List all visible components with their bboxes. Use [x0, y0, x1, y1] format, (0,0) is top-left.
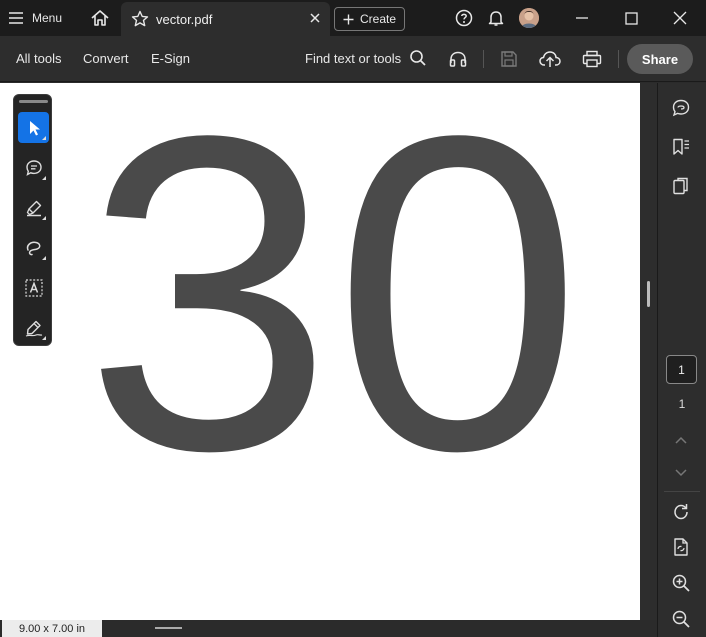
minimize-button[interactable]	[570, 6, 594, 30]
tab-vector-pdf[interactable]: vector.pdf	[121, 2, 330, 36]
printer-icon	[582, 50, 602, 68]
highlight-tool-button[interactable]	[18, 192, 49, 223]
text-box-icon	[24, 278, 43, 297]
status-bar: 9.00 x 7.00 in	[0, 620, 657, 637]
bell-icon	[488, 11, 504, 26]
expand-indicator	[42, 216, 46, 220]
highlighter-icon	[26, 200, 41, 216]
convert-link[interactable]: Convert	[83, 51, 129, 66]
zoom-out-icon	[672, 610, 690, 628]
freehand-icon	[26, 241, 40, 255]
bookmark-icon	[673, 138, 689, 155]
sign-tool-button[interactable]	[18, 312, 49, 343]
home-icon	[91, 10, 109, 26]
next-page-button[interactable]	[670, 462, 692, 484]
title-bar: Menu vector.pdf Create	[0, 0, 706, 36]
page-size-label: 9.00 x 7.00 in	[2, 620, 102, 637]
rotate-icon	[674, 504, 688, 520]
pages-panel-button[interactable]	[670, 175, 692, 197]
tab-title: vector.pdf	[156, 12, 213, 27]
previous-page-button[interactable]	[670, 429, 692, 451]
select-tool-button[interactable]	[18, 112, 49, 143]
comments-panel-button[interactable]	[670, 97, 692, 119]
expand-indicator	[42, 176, 46, 180]
find-tools-button[interactable]: Find text or tools	[305, 49, 427, 67]
maximize-button[interactable]	[619, 6, 643, 30]
comment-ai-icon	[672, 99, 690, 117]
divider	[483, 50, 484, 68]
close-tab-icon[interactable]	[308, 11, 322, 25]
main-toolbar: All tools Convert E-Sign Find text or to…	[0, 36, 706, 82]
close-window-button[interactable]	[668, 6, 692, 30]
file-refresh-icon	[674, 538, 688, 556]
chevron-down-icon	[675, 469, 687, 477]
expand-indicator	[42, 336, 46, 340]
help-button[interactable]	[454, 7, 474, 29]
divider	[618, 50, 619, 68]
headphones-icon	[449, 51, 467, 67]
maximize-icon	[624, 11, 638, 25]
expand-indicator	[42, 136, 46, 140]
cursor-icon	[29, 120, 40, 135]
zoom-in-icon	[672, 574, 690, 592]
search-icon	[410, 50, 426, 66]
chevron-up-icon	[675, 436, 687, 444]
quick-tools-bar	[13, 94, 52, 346]
close-icon	[673, 11, 687, 25]
save-button[interactable]	[498, 48, 520, 70]
page-content-text: 30	[84, 83, 583, 543]
drag-handle[interactable]	[19, 100, 48, 103]
home-button[interactable]	[86, 6, 114, 30]
esign-link[interactable]: E-Sign	[151, 51, 190, 66]
share-button[interactable]: Share	[627, 44, 693, 74]
minimize-icon	[576, 17, 588, 19]
divider	[664, 491, 700, 492]
text-tool-button[interactable]	[18, 272, 49, 303]
page-tools-button[interactable]	[670, 536, 692, 558]
comment-tool-button[interactable]	[18, 152, 49, 183]
menu-label: Menu	[32, 11, 63, 25]
read-aloud-button[interactable]	[447, 48, 469, 70]
bookmarks-panel-button[interactable]	[670, 136, 692, 158]
expand-indicator	[42, 256, 46, 260]
upload-button[interactable]	[539, 48, 561, 70]
comment-icon	[25, 159, 42, 176]
user-photo-icon	[519, 8, 539, 28]
pen-sign-icon	[25, 320, 42, 337]
notifications-button[interactable]	[485, 7, 507, 29]
current-page-input[interactable]: 1	[666, 355, 697, 384]
pages-icon	[673, 177, 688, 195]
star-icon[interactable]	[131, 10, 149, 28]
vertical-scrollbar[interactable]	[640, 83, 657, 620]
right-side-panel: 1 1	[657, 83, 706, 637]
horizontal-scrollbar-thumb[interactable]	[155, 627, 182, 629]
create-label: Create	[359, 12, 397, 26]
help-icon	[455, 9, 473, 27]
save-icon	[501, 51, 517, 67]
cloud-upload-icon	[539, 51, 561, 67]
avatar[interactable]	[519, 8, 539, 28]
all-tools-link[interactable]: All tools	[16, 51, 62, 66]
scrollbar-thumb[interactable]	[647, 281, 650, 307]
total-pages: 1	[678, 397, 686, 411]
zoom-out-button[interactable]	[670, 608, 692, 630]
document-page: 30	[0, 83, 640, 620]
rotate-button[interactable]	[670, 501, 692, 523]
draw-tool-button[interactable]	[18, 232, 49, 263]
hamburger-icon	[9, 12, 23, 24]
create-button[interactable]: Create	[334, 7, 405, 31]
find-label: Find text or tools	[305, 50, 402, 66]
zoom-in-button[interactable]	[670, 572, 692, 594]
menu-button[interactable]: Menu	[8, 6, 62, 30]
plus-icon	[343, 14, 354, 24]
print-button[interactable]	[581, 48, 603, 70]
